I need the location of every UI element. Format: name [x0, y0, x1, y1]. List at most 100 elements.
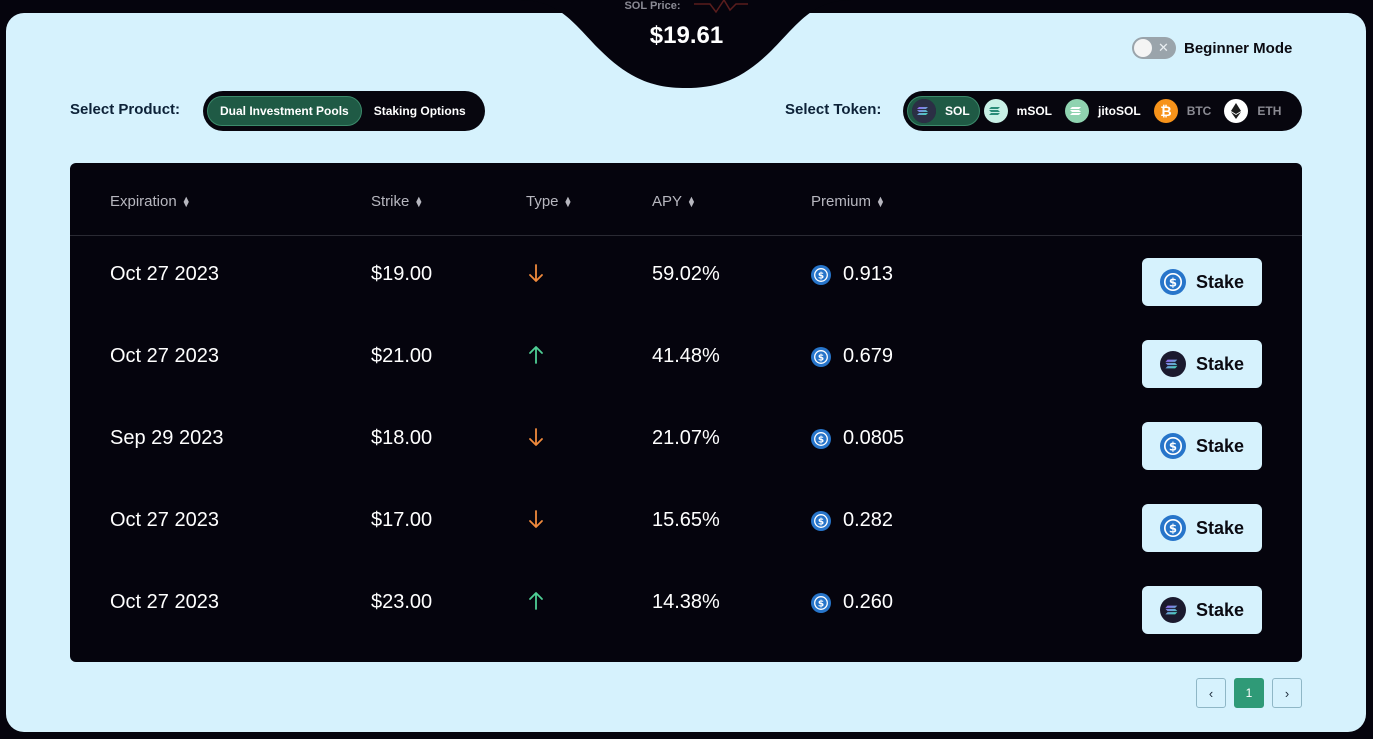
svg-text:$: $	[818, 271, 824, 281]
stake-label: Stake	[1195, 353, 1245, 374]
table-header: Expiration ▲ ▼ Strike ▲ ▼ Type ▲ ▼ APY ▲ ▼ Premi…	[70, 163, 1302, 236]
token-label-eth: ETH	[1257, 104, 1282, 118]
svg-text:$: $	[1169, 522, 1177, 536]
strike-cell: $23.00	[371, 591, 433, 613]
token-option-msol[interactable]: mSOL	[980, 96, 1061, 126]
column-header-premium[interactable]: Premium ▲ ▼	[811, 193, 885, 210]
strike-cell: $19.00	[371, 263, 433, 285]
beginner-mode-toggle[interactable]: ✕ Beginner Mode	[1132, 37, 1292, 59]
strike-cell: $18.00	[371, 427, 433, 449]
prev-page-button[interactable]: ‹	[1196, 678, 1226, 708]
strike-cell: $17.00	[371, 509, 433, 531]
select-token-label: Select Token:	[785, 101, 882, 118]
svg-text:$: $	[818, 599, 824, 609]
arrow-down-icon	[529, 428, 543, 446]
msol-icon	[983, 99, 1008, 123]
usdc-icon: $	[1159, 515, 1186, 541]
arrow-up-icon	[529, 346, 543, 364]
token-selector: SOL mSOL jitoSOL ₿ BTC ETH	[903, 91, 1302, 131]
usdc-icon: $	[811, 346, 831, 367]
stake-button[interactable]: $ Stake	[1142, 504, 1262, 552]
close-icon: ✕	[1158, 40, 1169, 55]
premium-value: 0.913	[843, 263, 894, 285]
premium-value: 0.282	[843, 509, 894, 531]
expiration-cell: Oct 27 2023	[110, 509, 219, 531]
stake-button[interactable]: $ Stake	[1142, 422, 1262, 470]
usdc-icon: $	[811, 428, 831, 449]
expiration-cell: Oct 27 2023	[110, 263, 219, 285]
token-label-jitosol: jitoSOL	[1098, 104, 1141, 118]
product-option-dual-investment[interactable]: Dual Investment Pools	[207, 96, 362, 126]
toggle-knob	[1134, 39, 1152, 57]
bitcoin-icon: ₿	[1153, 99, 1178, 123]
header-label: Type	[526, 193, 559, 210]
token-option-btc[interactable]: ₿ BTC	[1150, 96, 1221, 126]
header-label: APY	[652, 193, 683, 210]
header-label: Expiration	[110, 193, 177, 210]
column-header-strike[interactable]: Strike ▲ ▼	[371, 193, 423, 210]
chevron-right-icon: ›	[1284, 685, 1290, 701]
token-label-msol: mSOL	[1016, 104, 1053, 118]
table-row: Oct 27 2023 $23.00 14.38% $0.260 Stake	[70, 565, 1302, 647]
header-label: Premium	[811, 193, 872, 210]
solana-icon	[912, 99, 936, 123]
column-header-apy[interactable]: APY ▲ ▼	[652, 193, 696, 210]
header-label: Strike	[371, 193, 410, 210]
pagination: ‹ 1 ›	[1196, 678, 1302, 708]
stake-label: Stake	[1195, 599, 1245, 620]
arrow-down-icon	[529, 264, 543, 282]
table-row: Sep 29 2023 $18.00 21.07% $0.0805 $ Stake	[70, 401, 1302, 483]
premium-cell: $0.260	[811, 591, 893, 614]
svg-text:$: $	[818, 517, 824, 527]
expiration-cell: Oct 27 2023	[110, 345, 219, 367]
expiration-cell: Sep 29 2023	[110, 427, 224, 449]
table-row: Oct 27 2023 $21.00 41.48% $0.679 Stake	[70, 319, 1302, 401]
svg-text:$: $	[818, 353, 824, 363]
solana-icon	[1159, 351, 1186, 377]
app-root: SOL Price: $19.61 ✕ Beginner Mode Select…	[0, 0, 1373, 739]
token-label-sol: SOL	[945, 104, 970, 118]
jitosol-icon	[1065, 99, 1090, 123]
product-option-staking[interactable]: Staking Options	[362, 96, 478, 126]
svg-text:$: $	[1169, 276, 1177, 290]
usdc-icon: $	[811, 510, 831, 531]
next-page-button[interactable]: ›	[1272, 678, 1302, 708]
sort-icon: ▲ ▼	[563, 193, 573, 209]
token-option-eth[interactable]: ETH	[1220, 96, 1290, 126]
premium-value: 0.679	[843, 345, 894, 367]
premium-value: 0.0805	[843, 427, 905, 449]
price-label: SOL Price:	[624, 0, 681, 12]
stake-label: Stake	[1195, 271, 1245, 292]
usdc-icon: $	[811, 592, 831, 613]
chevron-left-icon: ‹	[1208, 685, 1214, 701]
premium-cell: $0.679	[811, 345, 893, 368]
apy-cell: 14.38%	[652, 591, 720, 613]
token-option-jitosol[interactable]: jitoSOL	[1061, 96, 1150, 126]
apy-cell: 41.48%	[652, 345, 720, 367]
strike-cell: $21.00	[371, 345, 433, 367]
beginner-mode-label: Beginner Mode	[1184, 39, 1293, 57]
apy-cell: 15.65%	[652, 509, 720, 531]
stake-button[interactable]: Stake	[1142, 340, 1262, 388]
token-option-sol[interactable]: SOL	[907, 96, 980, 126]
select-product-label: Select Product:	[70, 101, 181, 118]
apy-cell: 21.07%	[652, 427, 720, 449]
apy-cell: 59.02%	[652, 263, 720, 285]
toggle-switch[interactable]: ✕	[1132, 37, 1176, 59]
stake-label: Stake	[1195, 435, 1245, 456]
sort-icon: ▲ ▼	[687, 193, 696, 209]
stake-button[interactable]: Stake	[1142, 586, 1262, 634]
arrow-up-icon	[529, 592, 543, 610]
token-label-btc: BTC	[1186, 104, 1212, 118]
usdc-icon: $	[1159, 269, 1186, 295]
stake-button[interactable]: $ Stake	[1142, 258, 1262, 306]
column-header-expiration[interactable]: Expiration ▲ ▼	[110, 193, 191, 210]
ethereum-icon	[1224, 99, 1249, 123]
usdc-icon: $	[1159, 433, 1186, 459]
stake-label: Stake	[1195, 517, 1245, 538]
column-header-type[interactable]: Type ▲ ▼	[526, 193, 572, 210]
page-button[interactable]: 1	[1234, 678, 1264, 708]
premium-cell: $0.0805	[811, 427, 904, 450]
options-table: Expiration ▲ ▼ Strike ▲ ▼ Type ▲ ▼ APY ▲ ▼ Premi…	[70, 163, 1302, 662]
premium-value: 0.260	[843, 591, 894, 613]
